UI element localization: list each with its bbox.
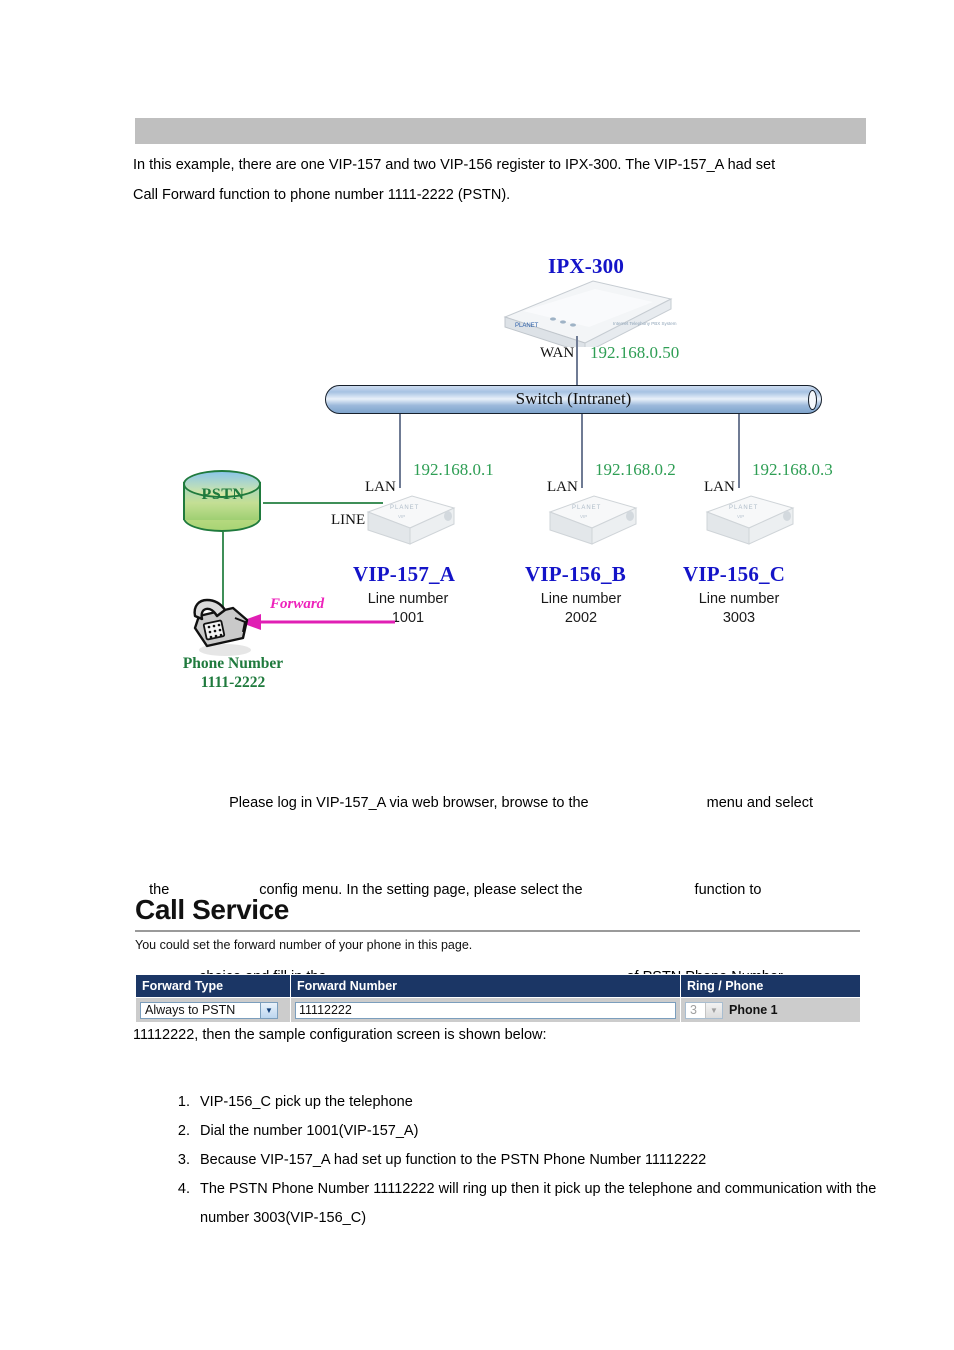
link-switch-to-vip156c xyxy=(738,414,740,488)
section-header-banner xyxy=(135,118,866,144)
vip157a-ip: 192.168.0.1 xyxy=(413,460,494,479)
list-item: Dial the number 1001(VIP-157_A) xyxy=(194,1117,880,1146)
cell-forward-type: Always to PSTN ▼ xyxy=(135,997,291,1023)
cell-forward-number xyxy=(290,997,681,1023)
call-service-divider xyxy=(135,930,860,932)
svg-text:VIP: VIP xyxy=(737,514,744,519)
svg-text:PLANET: PLANET xyxy=(390,505,419,511)
phone-port-label: Phone 1 xyxy=(729,1003,778,1017)
vip157a-title: VIP-157_A xyxy=(353,562,456,586)
column-header-forward-type: Forward Type xyxy=(135,974,291,998)
vip156c-device-icon: PLANET VIP xyxy=(705,495,795,545)
vip157a-device-icon: PLANET VIP xyxy=(366,495,456,545)
switch-intranet-bar: Switch (Intranet) xyxy=(325,385,822,414)
switch-end-cap-icon xyxy=(808,389,817,410)
link-switch-to-vip157a xyxy=(399,414,401,488)
call-service-panel: Call Service You could set the forward n… xyxy=(135,893,861,1023)
ring-count-selected-value: 3 xyxy=(690,1003,697,1017)
vip156b-sub1: Line number xyxy=(540,591,622,607)
vip156c-title: VIP-156_C xyxy=(683,562,786,586)
table-header-row: Forward Type Forward Number Ring / Phone xyxy=(135,974,861,998)
chevron-down-icon: ▼ xyxy=(705,1002,722,1018)
pstn-cloud-icon: PSTN xyxy=(181,470,265,534)
ipx300-title: IPX-300 xyxy=(548,254,625,278)
svg-text:VIP: VIP xyxy=(580,514,587,519)
call-service-table: Forward Type Forward Number Ring / Phone… xyxy=(135,974,861,1023)
instructions-line-4: 11112222, then the sample configuration … xyxy=(133,1027,547,1043)
ring-count-select[interactable]: 3 ▼ xyxy=(685,1001,723,1019)
link-ipx-to-switch xyxy=(576,336,578,386)
table-row: Always to PSTN ▼ 3 ▼ Phone 1 xyxy=(135,997,861,1023)
phone-number-value: 1111-2222 xyxy=(200,674,266,691)
ipx300-device-icon: PLANET Internet Telephony PBX System xyxy=(503,280,677,347)
ipx300-wan-port-label: WAN xyxy=(540,345,575,361)
switch-label: Switch (Intranet) xyxy=(515,389,632,408)
steps-list: VIP-156_C pick up the telephone Dial the… xyxy=(160,1088,880,1233)
vip156c-sub2: 3003 xyxy=(722,610,756,626)
svg-text:Internet Telephony PBX System: Internet Telephony PBX System xyxy=(613,321,677,326)
list-item: VIP-156_C pick up the telephone xyxy=(194,1088,880,1117)
instructions-line-1b: menu and select xyxy=(706,795,814,811)
forward-number-input[interactable] xyxy=(295,1001,676,1019)
svg-text:PLANET: PLANET xyxy=(572,505,601,511)
svg-text:VIP: VIP xyxy=(398,514,405,519)
phone-number-label: Phone Number xyxy=(182,655,284,672)
vip156c-ip: 192.168.0.3 xyxy=(752,460,833,479)
vip156b-sub2: 2002 xyxy=(564,610,598,626)
link-switch-to-vip156b xyxy=(581,414,583,488)
pstn-label: PSTN xyxy=(201,486,245,503)
call-service-heading: Call Service xyxy=(135,894,289,925)
column-header-forward-number: Forward Number xyxy=(290,974,681,998)
intro-paragraph: In this example, there are one VIP-157 a… xyxy=(133,150,873,210)
cell-ring-phone: 3 ▼ Phone 1 xyxy=(680,997,861,1023)
ipx300-wan-ip: 192.168.0.50 xyxy=(590,343,680,362)
vip156b-ip: 192.168.0.2 xyxy=(595,460,676,479)
list-item: The PSTN Phone Number 11112222 will ring… xyxy=(194,1175,880,1233)
instructions-line-1: Please log in VIP-157_A via web browser,… xyxy=(133,760,873,847)
svg-text:PLANET: PLANET xyxy=(729,505,758,511)
network-topology-diagram: IPX-300 PLANET Internet Telephony PBX Sy… xyxy=(133,232,873,712)
vip156b-device-icon: PLANET VIP xyxy=(548,495,638,545)
forward-arrow-icon xyxy=(239,614,395,630)
instructions-line-1a: Please log in VIP-157_A via web browser,… xyxy=(229,795,589,811)
svg-text:PLANET: PLANET xyxy=(515,323,539,329)
call-service-description: You could set the forward number of your… xyxy=(135,938,473,952)
chevron-down-icon: ▼ xyxy=(260,1002,277,1018)
vip157a-sub1: Line number xyxy=(367,591,449,607)
list-item: Because VIP-157_A had set up function to… xyxy=(194,1146,880,1175)
forward-type-selected-value: Always to PSTN xyxy=(145,1003,236,1017)
desk-phone-icon xyxy=(193,598,251,656)
vip156c-sub1: Line number xyxy=(698,591,780,607)
call-flow-steps: VIP-156_C pick up the telephone Dial the… xyxy=(160,1088,880,1233)
intro-line-1: In this example, there are one VIP-157 a… xyxy=(133,157,776,173)
vip156b-title: VIP-156_B xyxy=(525,562,626,586)
intro-line-2: Call Forward function to phone number 11… xyxy=(133,187,511,203)
column-header-ring-phone: Ring / Phone xyxy=(680,974,861,998)
forward-arrow-label: Forward xyxy=(270,596,325,612)
forward-type-select[interactable]: Always to PSTN ▼ xyxy=(140,1001,278,1019)
